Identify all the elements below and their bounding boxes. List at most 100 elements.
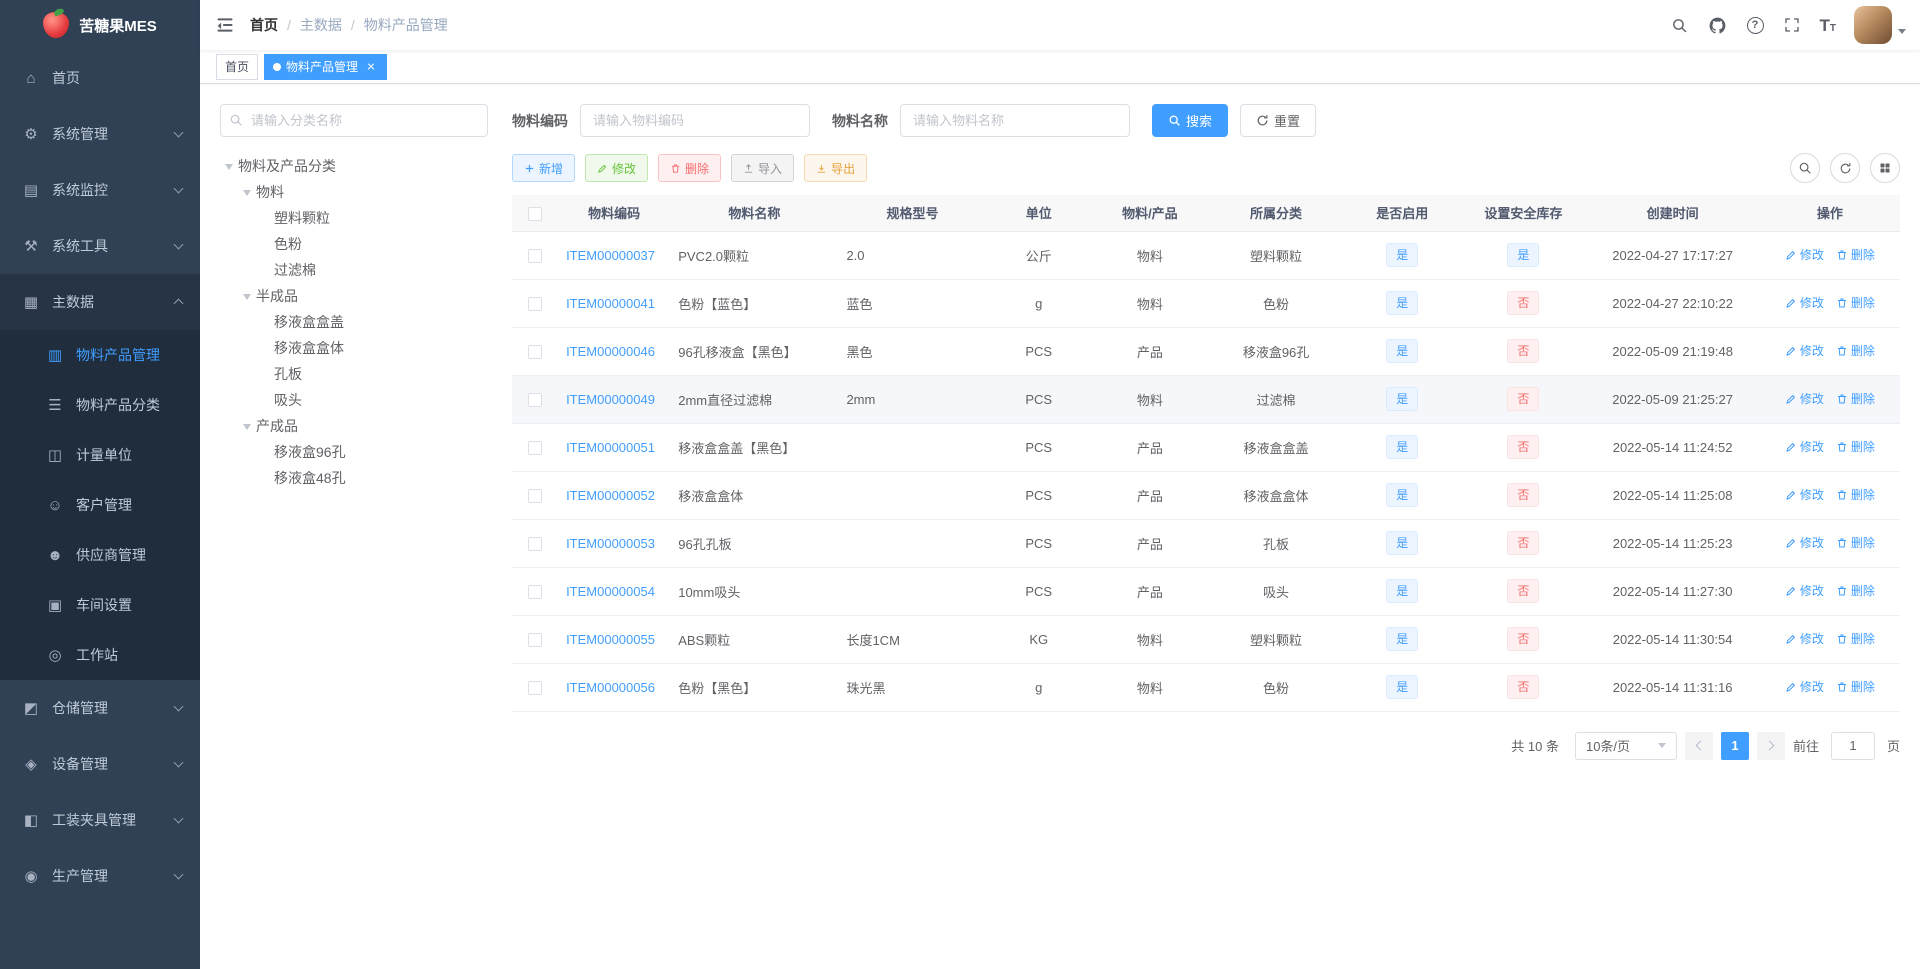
row-checkbox[interactable] <box>528 440 543 455</box>
tab-物料产品管理[interactable]: 物料产品管理 <box>264 53 388 80</box>
tree-node[interactable]: 移液盒48孔 <box>220 465 488 491</box>
material-code-link[interactable]: ITEM00000046 <box>566 344 655 359</box>
tree-node[interactable]: 孔板 <box>220 361 488 387</box>
fullscreen-icon[interactable] <box>1774 0 1810 50</box>
github-icon[interactable] <box>1698 0 1737 50</box>
row-edit-button[interactable]: 修改 <box>1785 678 1824 695</box>
row-delete-button[interactable]: 删除 <box>1836 630 1875 647</box>
tree-node[interactable]: 移液盒盒体 <box>220 335 488 361</box>
add-button[interactable]: 新增 <box>512 154 576 182</box>
row-delete-button[interactable]: 删除 <box>1836 390 1875 407</box>
help-icon[interactable]: ? <box>1737 0 1774 50</box>
page-size-select[interactable]: 10条/页 <box>1574 731 1677 760</box>
sidebar-item-fixture-mgmt[interactable]: ◧ 工装夹具管理 <box>0 792 200 848</box>
hamburger-toggle[interactable] <box>200 0 250 50</box>
sidebar-item-system-tools[interactable]: ⚒ 系统工具 <box>0 218 200 274</box>
sidebar-item-supplier-mgmt[interactable]: ☻ 供应商管理 <box>0 530 200 580</box>
sidebar-item-customer-mgmt[interactable]: ☺ 客户管理 <box>0 480 200 530</box>
delete-button[interactable]: 删除 <box>658 154 722 182</box>
material-code-link[interactable]: ITEM00000055 <box>566 632 655 647</box>
user-avatar[interactable] <box>1846 0 1920 50</box>
sidebar-item-master-data[interactable]: ▦ 主数据 <box>0 274 200 330</box>
row-edit-button[interactable]: 修改 <box>1785 438 1824 455</box>
search-icon[interactable] <box>1661 0 1698 50</box>
breadcrumb-item[interactable]: 首页 <box>250 15 278 35</box>
row-checkbox[interactable] <box>528 584 543 599</box>
close-icon[interactable] <box>364 60 378 74</box>
next-page-button[interactable] <box>1756 731 1785 760</box>
reset-button[interactable]: 重置 <box>1240 104 1317 137</box>
row-edit-button[interactable]: 修改 <box>1785 246 1824 263</box>
row-checkbox[interactable] <box>528 632 543 647</box>
sidebar-item-system-monitor[interactable]: ▤ 系统监控 <box>0 162 200 218</box>
prev-page-button[interactable] <box>1684 731 1713 760</box>
sidebar-item-equipment-mgmt[interactable]: ◈ 设备管理 <box>0 736 200 792</box>
refresh-button[interactable] <box>1830 153 1860 183</box>
row-checkbox[interactable] <box>528 344 543 359</box>
show-search-toggle-button[interactable] <box>1790 153 1820 183</box>
row-delete-button[interactable]: 删除 <box>1836 438 1875 455</box>
goto-page-input[interactable] <box>1830 731 1875 760</box>
tree-node[interactable]: 色粉 <box>220 231 488 257</box>
sidebar-item-workshop-settings[interactable]: ▣ 车间设置 <box>0 580 200 630</box>
tree-node[interactable]: 物料 <box>220 179 488 205</box>
material-code-link[interactable]: ITEM00000054 <box>566 584 655 599</box>
row-delete-button[interactable]: 删除 <box>1836 582 1875 599</box>
tab-首页[interactable]: 首页 <box>216 53 259 80</box>
tree-node[interactable]: 产成品 <box>220 413 488 439</box>
tree-node[interactable]: 移液盒盒盖 <box>220 309 488 335</box>
material-code-link[interactable]: ITEM00000051 <box>566 440 655 455</box>
row-delete-button[interactable]: 删除 <box>1836 342 1875 359</box>
tree-node[interactable]: 过滤棉 <box>220 257 488 283</box>
sidebar-item-workstation[interactable]: ◎ 工作站 <box>0 630 200 680</box>
material-code-link[interactable]: ITEM00000056 <box>566 680 655 695</box>
material-code-input[interactable] <box>580 104 810 137</box>
row-edit-button[interactable]: 修改 <box>1785 486 1824 503</box>
category-search-input[interactable] <box>220 104 488 137</box>
row-delete-button[interactable]: 删除 <box>1836 294 1875 311</box>
tree-node[interactable]: 吸头 <box>220 387 488 413</box>
row-checkbox[interactable] <box>528 536 543 551</box>
material-code-link[interactable]: ITEM00000053 <box>566 536 655 551</box>
row-checkbox[interactable] <box>528 488 543 503</box>
search-button[interactable]: 搜索 <box>1152 104 1229 137</box>
row-delete-button[interactable]: 删除 <box>1836 486 1875 503</box>
sidebar-item-warehouse-mgmt[interactable]: ◩ 仓储管理 <box>0 680 200 736</box>
row-checkbox[interactable] <box>528 248 543 263</box>
row-edit-button[interactable]: 修改 <box>1785 582 1824 599</box>
row-checkbox[interactable] <box>528 392 543 407</box>
material-name-input[interactable] <box>900 104 1130 137</box>
row-edit-button[interactable]: 修改 <box>1785 390 1824 407</box>
select-all-checkbox[interactable] <box>528 206 543 221</box>
sidebar-item-home[interactable]: ⌂ 首页 <box>0 50 200 106</box>
sidebar-item-system-mgmt[interactable]: ⚙ 系统管理 <box>0 106 200 162</box>
page-number-button[interactable]: 1 <box>1720 731 1749 760</box>
sidebar-item-material-product-category[interactable]: ☰ 物料产品分类 <box>0 380 200 430</box>
row-checkbox[interactable] <box>528 680 543 695</box>
row-edit-button[interactable]: 修改 <box>1785 294 1824 311</box>
material-code-link[interactable]: ITEM00000041 <box>566 296 655 311</box>
tree-node[interactable]: 物料及产品分类 <box>220 153 488 179</box>
tree-node[interactable]: 移液盒96孔 <box>220 439 488 465</box>
material-code-link[interactable]: ITEM00000049 <box>566 392 655 407</box>
sidebar-item-material-product-mgmt[interactable]: ▥ 物料产品管理 <box>0 330 200 380</box>
row-edit-button[interactable]: 修改 <box>1785 534 1824 551</box>
columns-toggle-button[interactable] <box>1870 153 1900 183</box>
tree-node[interactable]: 半成品 <box>220 283 488 309</box>
material-code-link[interactable]: ITEM00000037 <box>566 248 655 263</box>
row-delete-button[interactable]: 删除 <box>1836 246 1875 263</box>
row-edit-button[interactable]: 修改 <box>1785 630 1824 647</box>
sidebar-item-production-mgmt[interactable]: ◉ 生产管理 <box>0 848 200 904</box>
font-size-icon[interactable]: TT <box>1810 0 1847 50</box>
edit-button[interactable]: 修改 <box>585 154 649 182</box>
row-delete-button[interactable]: 删除 <box>1836 534 1875 551</box>
import-button[interactable]: 导入 <box>731 154 795 182</box>
material-code-link[interactable]: ITEM00000052 <box>566 488 655 503</box>
row-delete-button[interactable]: 删除 <box>1836 678 1875 695</box>
app-logo[interactable]: 苦糖果MES <box>0 0 200 50</box>
tree-node[interactable]: 塑料颗粒 <box>220 205 488 231</box>
row-checkbox[interactable] <box>528 296 543 311</box>
row-edit-button[interactable]: 修改 <box>1785 342 1824 359</box>
export-button[interactable]: 导出 <box>804 154 868 182</box>
sidebar-item-measure-unit[interactable]: ◫ 计量单位 <box>0 430 200 480</box>
